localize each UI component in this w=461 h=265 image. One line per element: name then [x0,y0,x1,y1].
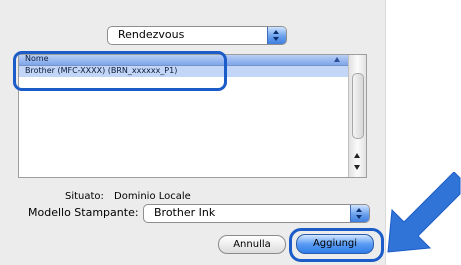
model-label: Modello Stampante: [28,206,139,219]
add-printer-dialog: Rendezvous Nome Brother (MFC-XXXX) (BRN_… [0,0,386,265]
service-popup-value: Rendezvous [118,28,185,41]
location-label: Situato: [65,191,104,202]
scroll-thumb[interactable] [352,73,364,139]
service-popup[interactable]: Rendezvous [107,26,287,45]
sort-ascending-icon [334,57,340,62]
printer-highlight-frame [13,51,227,91]
location-value: Dominio Locale [114,191,191,202]
popup-arrows-icon [267,27,286,44]
scroll-down-icon[interactable] [354,165,360,170]
cancel-button[interactable]: Annulla [218,235,286,254]
model-popup[interactable]: Brother Ink [143,204,370,223]
pointer-arrow-icon [387,172,461,253]
add-highlight-frame [289,228,384,262]
model-popup-value: Brother Ink [154,206,216,219]
list-scrollbar[interactable] [348,55,366,177]
popup-arrows-icon [350,205,369,222]
scroll-up-icon[interactable] [354,153,360,158]
